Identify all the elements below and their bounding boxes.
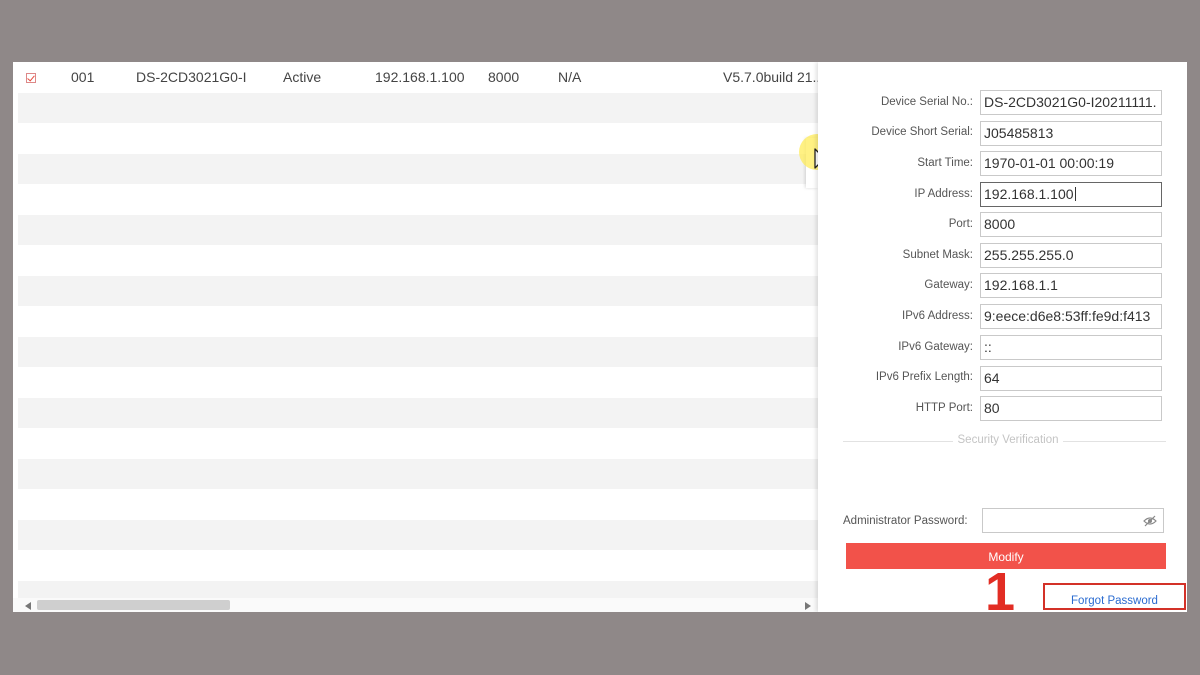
eye-slash-icon[interactable] [1143,515,1157,527]
serial-no-label: Device Serial No.: [880,96,973,108]
cell-ip: 192.168.1.100 [375,69,465,85]
table-row-empty [18,92,818,123]
admin-password-label: Administrator Password: [843,515,968,527]
cell-port: 8000 [488,69,520,85]
scrollbar-thumb[interactable] [37,600,230,610]
text-caret [1074,187,1076,201]
section-divider [843,441,953,442]
admin-password-field[interactable] [982,508,1164,533]
http-port-field[interactable]: 80 [980,396,1162,421]
cell-version: V5.7.0build 21... [723,69,818,85]
table-row-empty [18,519,818,550]
table-row-empty [18,153,818,184]
subnet-mask-label: Subnet Mask: [902,249,973,261]
forgot-password-link[interactable]: Forgot Password [1045,585,1184,612]
table-row-empty [18,428,818,459]
table-row-empty [18,275,818,306]
device-info-panel: Device Serial No.: DS-2CD3021G0-I2021111… [818,62,1187,612]
ipv6-address-label: IPv6 Address: [902,310,973,322]
table-row[interactable]: 001 DS-2CD3021G0-I Active 192.168.1.100 … [18,62,818,93]
table-row-empty [18,306,818,337]
table-row-empty [18,458,818,489]
start-time-label: Start Time: [917,157,973,169]
port-label: Port: [948,218,973,230]
scroll-left-icon[interactable] [25,602,31,610]
ipv6-prefix-field[interactable]: 64 [980,366,1162,391]
table-row-empty [18,397,818,428]
cell-index: 001 [71,69,95,85]
short-serial-label: Device Short Serial: [871,126,973,138]
horizontal-scrollbar[interactable] [13,598,818,612]
table-row-empty [18,336,818,367]
device-list: 001 DS-2CD3021G0-I Active 192.168.1.100 … [13,62,818,612]
section-divider [1063,441,1166,442]
start-time-field[interactable]: 1970-01-01 00:00:19 [980,151,1162,176]
table-row-empty [18,580,818,598]
table-row-empty [18,123,818,154]
cell-model: DS-2CD3021G0-I [136,69,247,85]
port-field[interactable]: 8000 [980,212,1162,237]
ipv6-gateway-field[interactable]: :: [980,335,1162,360]
ip-address-value: 192.168.1.100 [984,186,1074,202]
ipv6-prefix-label: IPv6 Prefix Length: [875,371,973,383]
cell-col7: N/A [558,69,582,85]
annotation-highlight-box: Forgot Password [1043,583,1186,610]
ip-address-label: IP Address: [914,188,973,200]
annotation-step-number: 1 [985,562,1016,612]
ip-address-field[interactable]: 192.168.1.100 [980,182,1162,207]
serial-no-field[interactable]: DS-2CD3021G0-I20211111. [980,90,1162,115]
subnet-mask-field[interactable]: 255.255.255.0 [980,243,1162,268]
table-row-empty [18,184,818,215]
table-row-empty [18,367,818,398]
short-serial-field[interactable]: J05485813 [980,121,1162,146]
table-row-empty [18,550,818,581]
table-row-empty [18,214,818,245]
scroll-right-icon[interactable] [805,602,811,610]
ipv6-address-field[interactable]: 9:eece:d6e8:53ff:fe9d:f413 [980,304,1162,329]
cell-status: Active [283,69,322,85]
gateway-label: Gateway: [924,279,973,291]
table-row-empty [18,489,818,520]
app-window: 001 DS-2CD3021G0-I Active 192.168.1.100 … [13,62,1187,612]
table-row-empty [18,245,818,276]
security-verification-title: Security Verification [957,434,1059,446]
ipv6-gateway-label: IPv6 Gateway: [898,341,973,353]
http-port-label: HTTP Port: [915,402,973,414]
gateway-field[interactable]: 192.168.1.1 [980,273,1162,298]
checkbox-checked-icon[interactable] [26,73,36,83]
